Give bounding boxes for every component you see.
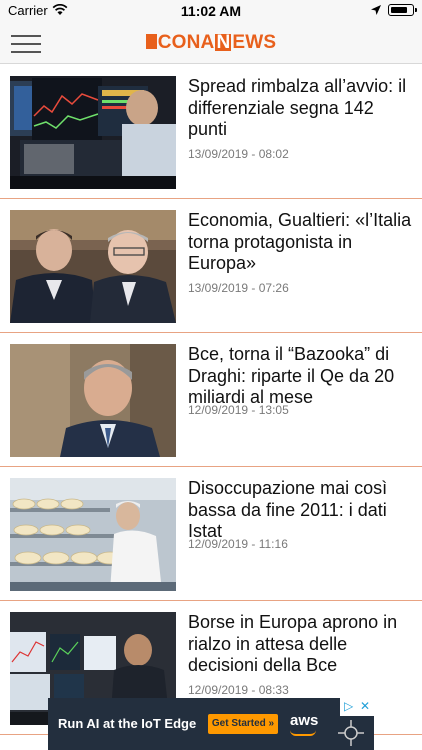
article-date: 13/09/2019 - 07:26	[188, 281, 289, 295]
circuit-icon	[338, 720, 364, 746]
article-item[interactable]: Economia, Gualtieri: «l’Italia torna pro…	[0, 199, 422, 333]
article-date: 12/09/2019 - 13:05	[188, 403, 289, 417]
article-date: 13/09/2019 - 08:02	[188, 147, 289, 161]
aws-logo: aws	[290, 712, 319, 729]
logo-text-prefix: CONA	[157, 32, 215, 53]
nav-bar: CONA N EWS	[0, 22, 422, 64]
trader-screens-image	[10, 76, 176, 189]
article-date: 12/09/2019 - 11:16	[188, 537, 288, 551]
article-thumbnail	[10, 76, 176, 189]
ad-info-icon[interactable]: ▷	[344, 699, 353, 713]
ad-cta-button[interactable]: Get Started »	[208, 714, 278, 734]
logo-mark-icon	[145, 34, 157, 49]
cheese-factory-image	[10, 478, 176, 591]
article-headline: Economia, Gualtieri: «l’Italia torna pro…	[188, 210, 412, 273]
ad-close-icon[interactable]: ✕	[360, 699, 370, 713]
ad-banner[interactable]: Run AI at the IoT Edge Get Started » aws…	[48, 698, 374, 750]
status-bar: Carrier 11:02 AM	[0, 0, 422, 22]
article-thumbnail	[10, 210, 176, 323]
app-logo: CONA N EWS	[0, 32, 422, 54]
article-headline: Bce, torna il “Bazooka” di Draghi: ripar…	[188, 344, 395, 407]
article-item[interactable]: Disoccupazione mai così bassa da fine 20…	[0, 467, 422, 601]
article-item[interactable]: Spread rimbalza all’avvio: il differenzi…	[0, 65, 422, 199]
article-date: 12/09/2019 - 08:33	[188, 683, 289, 697]
logo-text-suffix: EWS	[232, 32, 277, 53]
article-item[interactable]: Bce, torna il “Bazooka” di Draghi: ripar…	[0, 333, 422, 467]
portrait-image	[10, 344, 176, 457]
article-headline: Spread rimbalza all’avvio: il differenzi…	[188, 76, 407, 139]
ad-choices-icon[interactable]: ▷ ✕	[340, 698, 374, 716]
article-thumbnail	[10, 344, 176, 457]
article-headline: Disoccupazione mai così bassa da fine 20…	[188, 478, 388, 541]
article-headline: Borse in Europa aprono in rialzo in atte…	[188, 612, 398, 675]
politicians-image	[10, 210, 176, 323]
news-feed: Spread rimbalza all’avvio: il differenzi…	[0, 65, 422, 735]
clock: 11:02 AM	[180, 3, 242, 19]
battery-icon	[388, 4, 417, 16]
aws-smile-icon	[290, 730, 316, 736]
logo-text-box: N	[215, 32, 232, 53]
location-arrow-icon	[371, 5, 381, 15]
article-thumbnail	[10, 478, 176, 591]
ad-text: Run AI at the IoT Edge	[58, 716, 197, 731]
